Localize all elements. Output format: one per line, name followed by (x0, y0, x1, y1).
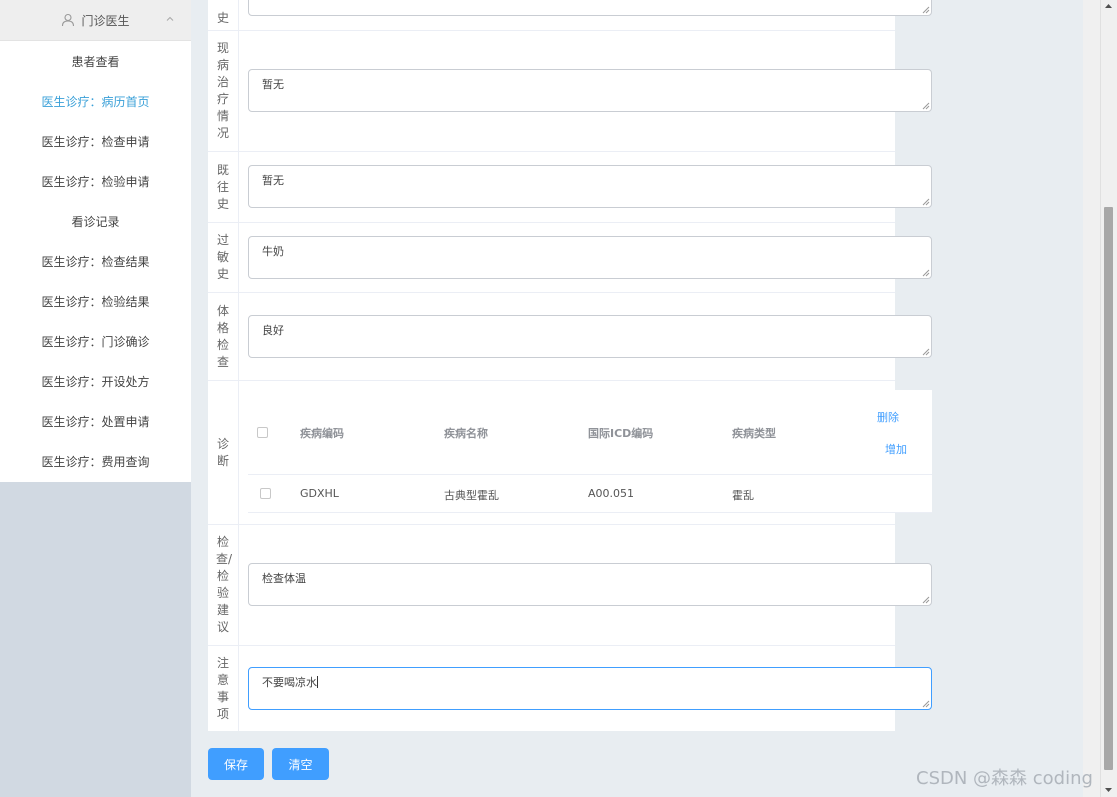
form-row-allergy: 过敏史 牛奶 (208, 223, 932, 293)
form-row-notes: 注意事项 不要喝凉水 (208, 646, 932, 731)
sidebar-item-exam-results[interactable]: 医生诊疗：检查结果 (0, 241, 191, 281)
menu-group-header[interactable]: 门诊医生 (0, 0, 191, 41)
sidebar-menu: 门诊医生 患者查看 医生诊疗：病历首页 医生诊疗：检查申请 医生诊疗：检验申请 … (0, 0, 191, 482)
column-header: 国际ICD编码 (588, 427, 654, 440)
sidebar-item-record-home[interactable]: 医生诊疗：病历首页 (0, 81, 191, 121)
form-row-history-partial: 史 (208, 0, 932, 31)
current-treatment-textarea[interactable]: 暂无 (248, 69, 932, 112)
past-history-textarea[interactable]: 暂无 (248, 165, 932, 208)
allergy-textarea[interactable]: 牛奶 (248, 236, 932, 279)
resize-grip-icon[interactable] (921, 101, 930, 110)
sidebar-item-visit-records[interactable]: 看诊记录 (0, 201, 191, 241)
sidebar-item-label: 医生诊疗：检查申请 (41, 134, 150, 149)
add-button[interactable]: 增加 (885, 441, 907, 457)
clear-button-label: 清空 (288, 757, 313, 772)
save-button-label: 保存 (223, 757, 248, 772)
user-icon (62, 13, 75, 27)
menu-group-label: 门诊医生 (81, 13, 130, 28)
sidebar-item-treatment-request[interactable]: 医生诊疗：处置申请 (0, 401, 191, 441)
save-button[interactable]: 保存 (208, 748, 264, 780)
sidebar-item-label: 医生诊疗：病历首页 (41, 94, 150, 109)
sidebar-item-label: 医生诊疗：检查结果 (41, 254, 150, 269)
field-label: 既往史 (216, 162, 229, 211)
sidebar-item-confirm-diagnosis[interactable]: 医生诊疗：门诊确诊 (0, 321, 191, 361)
medical-record-form: 史 现病治疗情况 暂无 既往史 暂无 过敏史 牛奶 体格检查 良好 诊断 检查/… (208, 0, 932, 731)
cell-disease-type: 霍乱 (732, 489, 754, 502)
cell-icd-code: A00.051 (588, 487, 635, 500)
resize-grip-icon[interactable] (921, 5, 930, 14)
sidebar-item-label: 医生诊疗：处置申请 (41, 414, 150, 429)
textarea-value: 良好 (262, 324, 284, 337)
clear-button[interactable]: 清空 (272, 748, 329, 780)
field-label: 现病治疗情况 (216, 41, 229, 140)
sidebar-item-prescription[interactable]: 医生诊疗：开设处方 (0, 361, 191, 401)
resize-grip-icon[interactable] (921, 268, 930, 277)
chevron-up-icon[interactable] (164, 13, 176, 25)
row-checkbox[interactable] (260, 488, 271, 499)
physical-exam-textarea[interactable]: 良好 (248, 315, 932, 358)
field-label: 史 (216, 10, 229, 25)
field-label: 注意事项 (216, 655, 229, 721)
sidebar-item-label: 医生诊疗：门诊确诊 (41, 334, 150, 349)
resize-grip-icon[interactable] (921, 699, 930, 708)
textarea-value: 不要喝凉水 (262, 676, 317, 689)
sidebar-item-lab-results[interactable]: 医生诊疗：检验结果 (0, 281, 191, 321)
form-row-physical-exam: 体格检查 良好 (208, 293, 932, 381)
scrollbar-thumb[interactable] (1104, 207, 1113, 770)
exam-advice-textarea[interactable]: 检查体温 (248, 563, 932, 606)
scroll-up-arrow-icon[interactable] (1103, 1, 1114, 11)
column-header: 疾病编码 (300, 427, 344, 440)
field-label: 体格检查 (216, 303, 229, 369)
sidebar-item-label: 医生诊疗：检验申请 (41, 174, 150, 189)
sidebar: 门诊医生 患者查看 医生诊疗：病历首页 医生诊疗：检查申请 医生诊疗：检验申请 … (0, 0, 191, 797)
sidebar-item-patient-view[interactable]: 患者查看 (0, 41, 191, 81)
select-all-checkbox[interactable] (257, 427, 268, 438)
diagnosis-table: 疾病编码 疾病名称 国际ICD编码 疾病类型 删除 增加 GDXHL 古典型霍乱… (248, 390, 932, 513)
form-row-exam-advice: 检查/检验建议 检查体温 (208, 525, 932, 646)
sidebar-item-label: 医生诊疗：费用查询 (41, 454, 150, 469)
form-row-current-treatment: 现病治疗情况 暂无 (208, 31, 932, 152)
textarea-value: 暂无 (262, 174, 284, 187)
field-label: 检查/检验建议 (216, 535, 233, 634)
sidebar-item-label: 医生诊疗：检验结果 (41, 294, 150, 309)
page-gutter (1083, 0, 1100, 797)
history-textarea[interactable] (248, 0, 932, 16)
sidebar-item-label: 患者查看 (71, 54, 120, 69)
field-label: 诊断 (216, 436, 229, 468)
sidebar-item-label: 医生诊疗：开设处方 (41, 374, 150, 389)
sidebar-item-label: 看诊记录 (71, 214, 120, 229)
column-header: 疾病名称 (444, 427, 488, 440)
table-header: 疾病编码 疾病名称 国际ICD编码 疾病类型 删除 增加 (248, 390, 932, 475)
resize-grip-icon[interactable] (921, 347, 930, 356)
form-row-past-history: 既往史 暂无 (208, 152, 932, 223)
textarea-value: 检查体温 (262, 572, 306, 585)
field-label: 过敏史 (216, 233, 229, 281)
resize-grip-icon[interactable] (921, 197, 930, 206)
cell-disease-name: 古典型霍乱 (444, 489, 499, 502)
notes-textarea[interactable]: 不要喝凉水 (248, 667, 932, 710)
textarea-value: 暂无 (262, 78, 284, 91)
table-row[interactable]: GDXHL 古典型霍乱 A00.051 霍乱 (248, 475, 932, 513)
delete-button[interactable]: 删除 (877, 409, 899, 425)
column-header: 疾病类型 (732, 427, 776, 440)
textarea-value: 牛奶 (262, 245, 284, 258)
resize-grip-icon[interactable] (921, 595, 930, 604)
cell-disease-code: GDXHL (300, 487, 339, 500)
sidebar-item-lab-request[interactable]: 医生诊疗：检验申请 (0, 161, 191, 201)
text-cursor (317, 676, 318, 688)
sidebar-item-fee-query[interactable]: 医生诊疗：费用查询 (0, 441, 191, 481)
sidebar-item-exam-request[interactable]: 医生诊疗：检查申请 (0, 121, 191, 161)
watermark: CSDN @森森 coding (916, 768, 1093, 789)
